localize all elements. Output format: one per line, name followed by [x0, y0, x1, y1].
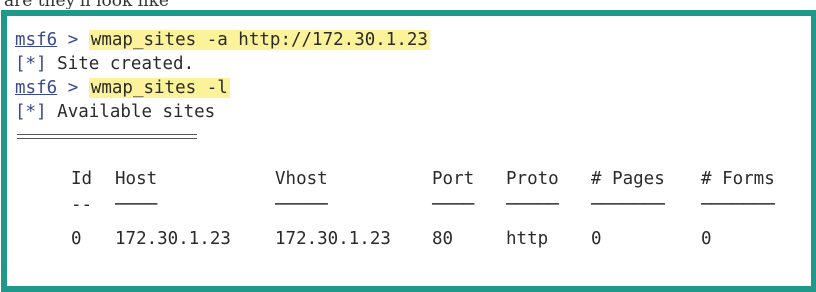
- cell-forms: 0: [701, 229, 712, 249]
- cell-port: 80: [432, 229, 454, 249]
- cell-id: 0: [71, 229, 82, 249]
- cell-vhost: 172.30.1.23: [275, 229, 391, 249]
- terminal-screenshot-frame: msf6 > wmap_sites -a http://172.30.1.23 …: [1, 10, 816, 292]
- column-header-proto: Proto: [506, 169, 559, 189]
- column-header-id: Id: [71, 169, 93, 189]
- output-text: Site created.: [57, 54, 195, 74]
- prompt-arrow: >: [67, 78, 79, 98]
- info-tag: [*]: [15, 102, 47, 122]
- column-separator: --: [71, 195, 93, 215]
- cell-host: 172.30.1.23: [115, 229, 231, 249]
- command-line-1: msf6 > wmap_sites -a http://172.30.1.23: [15, 28, 811, 52]
- column-header-port: Port: [432, 169, 475, 189]
- table-row: 0 172.30.1.23 172.30.1.23 80 http 0 0: [71, 221, 791, 259]
- info-tag: [*]: [15, 54, 47, 74]
- prompt-name: msf6: [15, 30, 58, 50]
- table-header-row: Id Host Vhost Port Proto # Pages # Forms: [71, 169, 791, 195]
- column-header-forms: # Forms: [701, 169, 775, 189]
- column-separator: ───────: [591, 195, 665, 215]
- output-line-1: [*] Site created.: [15, 52, 811, 76]
- output-line-2: [*] Available sites: [15, 100, 811, 124]
- cell-proto: http: [506, 229, 549, 249]
- column-header-pages: # Pages: [591, 169, 665, 189]
- command-text: wmap_sites -a http://172.30.1.23: [88, 30, 430, 50]
- column-header-host: Host: [115, 169, 158, 189]
- column-separator: ───────: [701, 195, 775, 215]
- table-separator-row: -- ──── ───── ──── ───── ─────── ───────: [71, 195, 791, 221]
- column-separator: ─────: [506, 195, 559, 215]
- column-separator: ────: [115, 195, 158, 215]
- output-text: Available sites: [57, 102, 216, 122]
- page-caption: are they'll look like: [4, 0, 304, 9]
- command-line-2: msf6 > wmap_sites -l: [15, 76, 811, 100]
- sites-table: Id Host Vhost Port Proto # Pages # Forms…: [71, 169, 791, 259]
- prompt-arrow: >: [67, 30, 79, 50]
- cell-pages: 0: [591, 229, 602, 249]
- column-separator: ─────: [275, 195, 328, 215]
- column-separator: ────: [432, 195, 475, 215]
- column-header-vhost: Vhost: [275, 169, 328, 189]
- command-text: wmap_sites -l: [88, 78, 230, 98]
- prompt-name: msf6: [15, 78, 58, 98]
- section-rule: [17, 134, 197, 139]
